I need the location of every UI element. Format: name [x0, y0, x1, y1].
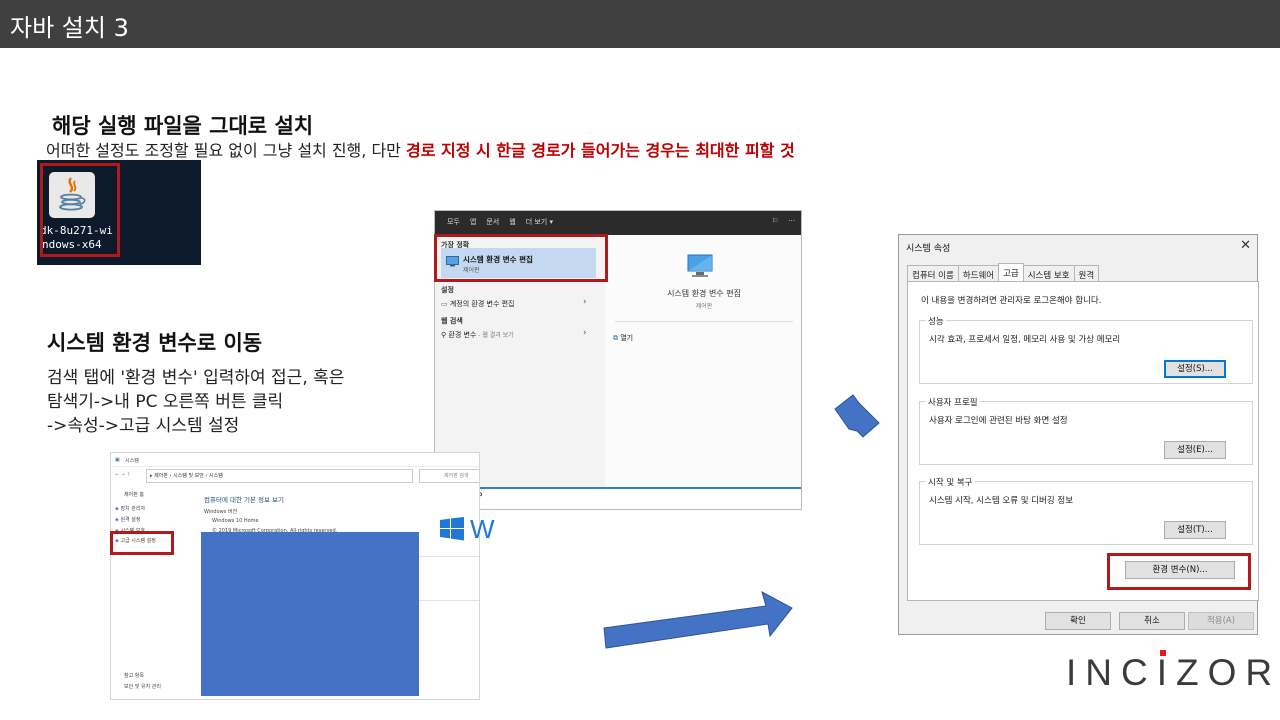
system-env-preview-icon — [687, 254, 713, 277]
env-var-heading: 시스템 환경 변수로 이동 — [47, 331, 263, 355]
group-description: 사용자 로그인에 관련된 바탕 화면 설정 — [929, 416, 1068, 426]
tab-computer-name[interactable]: 컴퓨터 이름 — [907, 265, 959, 281]
group-description: 시스템 시작, 시스템 오류 및 디버깅 정보 — [929, 496, 1074, 506]
monitor-icon: ▭ — [441, 300, 448, 308]
control-panel-search[interactable]: 제어판 검색 — [419, 469, 479, 483]
slide-title: 자바 설치 3 — [10, 14, 129, 42]
sidebar-item-remote[interactable]: ◈ 원격 설정 — [115, 516, 140, 523]
close-icon[interactable]: ✕ — [1240, 238, 1251, 253]
instruction-warning: 경로 지정 시 한글 경로가 들어가는 경우는 최대한 피할 것 — [405, 141, 795, 160]
chevron-right-icon[interactable]: › — [583, 297, 587, 307]
security-maintenance-link[interactable]: 보안 및 유지 관리 — [124, 683, 161, 690]
preview-subtitle: 제어판 — [695, 303, 713, 310]
system-info-heading: 컴퓨터에 대한 기본 정보 보기 — [204, 496, 285, 504]
env-var-instructions: 검색 탭에 '환경 변수' 입력하여 접근, 혹은 탐색기->내 PC 오른쪽 … — [47, 368, 345, 436]
startup-recovery-settings-button[interactable]: 설정(T)... — [1164, 521, 1226, 539]
slide-title-bar: 자바 설치 3 — [0, 0, 1280, 48]
dialog-tabs: 컴퓨터 이름 하드웨어 고급 시스템 보호 원격 — [907, 263, 1100, 281]
edition-caption: Windows 버전 — [204, 509, 238, 515]
incizor-logo: INCIZOR — [1066, 652, 1280, 693]
windows-logo-icon — [440, 517, 464, 541]
sidebar-home[interactable]: 제어판 홈 — [124, 491, 144, 498]
window-title: 시스템 — [125, 458, 139, 464]
cancel-button[interactable]: 취소 — [1119, 612, 1185, 630]
window-titlebar: ▣ 시스템 — [111, 453, 479, 467]
tab-apps[interactable]: 앱 — [470, 217, 476, 227]
tab-all[interactable]: 모두 — [447, 217, 460, 227]
computer-icon: ▣ — [115, 457, 120, 463]
see-also-caption: 참고 항목 — [124, 673, 144, 679]
open-icon: ⧉ — [613, 334, 618, 342]
highlight-box-best-match — [434, 234, 608, 282]
startup-recovery-group: 시작 및 복구 시스템 시작, 시스템 오류 및 디버깅 정보 설정(T)... — [919, 476, 1253, 545]
highlight-box-env-button — [1107, 553, 1251, 590]
performance-group: 성능 시각 효과, 프로세서 일정, 메모리 사용 및 가상 메모리 설정(S)… — [919, 315, 1253, 384]
install-instruction: 어떠한 설정도 조정할 필요 없이 그냥 설치 진행, 다만 경로 지정 시 한… — [46, 137, 795, 161]
open-action[interactable]: ⧉ 열기 — [613, 333, 633, 343]
shield-icon: ◈ — [115, 506, 119, 512]
preview-divider — [615, 321, 793, 322]
chevron-right-icon[interactable]: › — [583, 328, 587, 338]
more-options-icon[interactable]: ··· — [788, 217, 795, 225]
web-search-caption: 웹 검색 — [441, 317, 463, 325]
web-search-result[interactable]: ⚲ 환경 변수 - 웹 결과 보기 — [441, 330, 514, 340]
dialog-title: 시스템 속성 — [906, 244, 951, 254]
sidebar-item-device-manager[interactable]: ◈ 장치 관리자 — [115, 505, 145, 512]
windows-brand-text: W — [470, 514, 495, 544]
admin-note: 이 내용을 변경하려면 관리자로 로그온해야 합니다. — [921, 296, 1102, 306]
edition-value: Windows 10 Home — [212, 518, 259, 524]
tab-remote[interactable]: 원격 — [1073, 265, 1100, 281]
back-forward-icon[interactable]: ← → ↑ — [115, 472, 131, 478]
logo-red-dot: I — [1156, 652, 1177, 693]
preview-title: 시스템 환경 변수 편집 — [667, 289, 741, 298]
highlight-box-advanced-settings — [110, 531, 174, 555]
tab-more[interactable]: 더 보기 ▾ — [526, 217, 553, 227]
search-icon: ⚲ — [441, 331, 447, 339]
arrow-right-icon — [603, 591, 793, 649]
blurred-info-overlay — [201, 532, 419, 696]
tab-web[interactable]: 웹 — [509, 217, 515, 227]
group-description: 시각 효과, 프로세서 일정, 메모리 사용 및 가상 메모리 — [929, 335, 1121, 345]
apply-button[interactable]: 적용(A) — [1188, 612, 1254, 630]
taskbar-search-box[interactable]: P — [435, 487, 801, 509]
arrow-right-icon — [834, 394, 880, 438]
user-profile-group: 사용자 프로필 사용자 로그인에 관련된 바탕 화면 설정 설정(E)... — [919, 396, 1253, 465]
shield-icon: ◈ — [115, 517, 119, 523]
performance-settings-button[interactable]: 설정(S)... — [1164, 360, 1226, 378]
install-heading: 해당 실행 파일을 그대로 설치 — [52, 114, 314, 138]
feedback-icon[interactable]: ⚐ — [772, 217, 778, 225]
ok-button[interactable]: 확인 — [1045, 612, 1111, 630]
tab-advanced[interactable]: 고급 — [998, 263, 1024, 281]
user-profile-settings-button[interactable]: 설정(E)... — [1164, 441, 1226, 459]
settings-caption: 설정 — [441, 286, 454, 294]
highlight-box-installer — [40, 163, 120, 257]
group-legend: 사용자 프로필 — [926, 396, 980, 408]
group-legend: 시작 및 복구 — [926, 476, 975, 488]
tab-system-protection[interactable]: 시스템 보호 — [1022, 265, 1075, 281]
address-bar[interactable]: ▸ 제어판 › 시스템 및 보안 › 시스템 — [146, 469, 413, 483]
tab-documents[interactable]: 문서 — [486, 217, 499, 227]
instruction-plain: 어떠한 설정도 조정할 필요 없이 그냥 설치 진행, 다만 — [46, 141, 406, 160]
group-legend: 성능 — [926, 315, 946, 327]
settings-result[interactable]: ▭ 계정의 환경 변수 편집 — [441, 299, 515, 309]
tab-hardware[interactable]: 하드웨어 — [957, 265, 1000, 281]
start-menu-header: 모두 앱 문서 웹 더 보기 ▾ ⚐ ··· — [435, 211, 801, 235]
